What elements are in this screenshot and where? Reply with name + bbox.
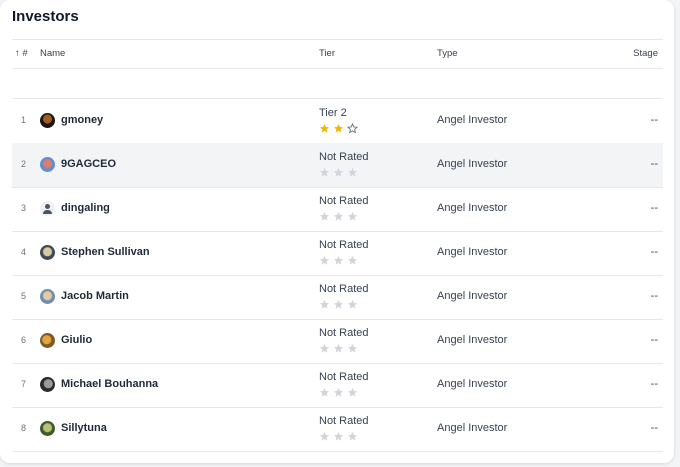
star-empty-icon[interactable] bbox=[347, 211, 358, 222]
star-empty-icon[interactable] bbox=[333, 211, 344, 222]
star-empty-icon[interactable] bbox=[333, 343, 344, 354]
investor-name[interactable]: gmoney bbox=[61, 114, 103, 126]
table-header: ↑ # Name Tier Type Stage bbox=[12, 39, 663, 69]
tier-label: Not Rated bbox=[319, 371, 369, 383]
star-empty-icon[interactable] bbox=[333, 299, 344, 310]
row-number: 1 bbox=[21, 115, 27, 125]
tier-column-header[interactable]: Tier bbox=[319, 48, 335, 59]
investor-type: Angel Investor bbox=[437, 290, 508, 302]
investor-stage: -- bbox=[650, 158, 658, 170]
star-empty-icon[interactable] bbox=[333, 255, 344, 266]
row-number: 8 bbox=[21, 423, 27, 433]
star-rating[interactable] bbox=[319, 167, 358, 178]
page-title: Investors bbox=[12, 8, 79, 25]
star-rating[interactable] bbox=[319, 211, 358, 222]
tier-label: Not Rated bbox=[319, 327, 369, 339]
investor-stage: -- bbox=[650, 422, 658, 434]
star-empty-icon[interactable] bbox=[333, 431, 344, 442]
type-column-header[interactable]: Type bbox=[437, 48, 458, 59]
star-empty-icon[interactable] bbox=[319, 431, 330, 442]
table-row[interactable]: 8 Sillytuna Not Rated Angel Investor -- bbox=[12, 407, 663, 452]
table-row[interactable]: 3 dingaling Not Rated Angel Investor -- bbox=[12, 187, 663, 232]
row-number: 2 bbox=[21, 159, 27, 169]
table-row[interactable]: 1 gmoney Tier 2 Angel Investor -- bbox=[12, 99, 663, 144]
investor-type: Angel Investor bbox=[437, 422, 508, 434]
avatar bbox=[40, 157, 55, 172]
investors-card: Investors ↑ # Name Tier Type Stage 1 gmo… bbox=[0, 0, 674, 463]
table-row[interactable]: 6 Giulio Not Rated Angel Investor -- bbox=[12, 319, 663, 364]
investor-type: Angel Investor bbox=[437, 378, 508, 390]
tier-label: Not Rated bbox=[319, 283, 369, 295]
investor-type: Angel Investor bbox=[437, 158, 508, 170]
investor-name[interactable]: Michael Bouhanna bbox=[61, 378, 158, 390]
name-column-header[interactable]: Name bbox=[40, 48, 65, 59]
tier-label: Not Rated bbox=[319, 151, 369, 163]
star-rating[interactable] bbox=[319, 255, 358, 266]
star-empty-icon[interactable] bbox=[319, 211, 330, 222]
star-empty-icon[interactable] bbox=[319, 167, 330, 178]
star-filled-icon[interactable] bbox=[333, 123, 344, 134]
avatar bbox=[40, 377, 55, 392]
star-empty-icon[interactable] bbox=[319, 343, 330, 354]
investor-type: Angel Investor bbox=[437, 114, 508, 126]
user-icon bbox=[40, 201, 55, 216]
investor-stage: -- bbox=[650, 378, 658, 390]
star-rating[interactable] bbox=[319, 299, 358, 310]
avatar bbox=[40, 333, 55, 348]
table-row[interactable]: 7 Michael Bouhanna Not Rated Angel Inves… bbox=[12, 363, 663, 408]
investor-name[interactable]: Stephen Sullivan bbox=[61, 246, 150, 258]
star-rating[interactable] bbox=[319, 387, 358, 398]
investor-name[interactable]: 9GAGCEO bbox=[61, 158, 116, 170]
investor-stage: -- bbox=[650, 202, 658, 214]
star-rating[interactable] bbox=[319, 123, 358, 134]
investor-name[interactable]: Sillytuna bbox=[61, 422, 107, 434]
star-empty-icon[interactable] bbox=[347, 299, 358, 310]
investor-type: Angel Investor bbox=[437, 334, 508, 346]
row-number: 7 bbox=[21, 379, 27, 389]
star-outline-icon[interactable] bbox=[347, 123, 358, 134]
star-rating[interactable] bbox=[319, 343, 358, 354]
table-row[interactable]: 2 9GAGCEO Not Rated Angel Investor -- bbox=[12, 143, 663, 188]
investor-stage: -- bbox=[650, 246, 658, 258]
tier-label: Not Rated bbox=[319, 239, 369, 251]
star-empty-icon[interactable] bbox=[347, 255, 358, 266]
avatar bbox=[40, 289, 55, 304]
star-rating[interactable] bbox=[319, 431, 358, 442]
tier-label: Not Rated bbox=[319, 415, 369, 427]
avatar bbox=[40, 421, 55, 436]
star-empty-icon[interactable] bbox=[347, 431, 358, 442]
star-filled-icon[interactable] bbox=[319, 123, 330, 134]
investor-stage: -- bbox=[650, 290, 658, 302]
star-empty-icon[interactable] bbox=[333, 167, 344, 178]
investor-name[interactable]: dingaling bbox=[61, 202, 110, 214]
avatar bbox=[40, 245, 55, 260]
sort-number-header[interactable]: ↑ # bbox=[15, 48, 28, 59]
star-empty-icon[interactable] bbox=[347, 387, 358, 398]
tier-label: Not Rated bbox=[319, 195, 369, 207]
star-empty-icon[interactable] bbox=[319, 255, 330, 266]
table-row[interactable]: 4 Stephen Sullivan Not Rated Angel Inves… bbox=[12, 231, 663, 276]
star-empty-icon[interactable] bbox=[347, 343, 358, 354]
investor-stage: -- bbox=[650, 334, 658, 346]
investor-name[interactable]: Giulio bbox=[61, 334, 92, 346]
investor-name[interactable]: Jacob Martin bbox=[61, 290, 129, 302]
row-number: 3 bbox=[21, 203, 27, 213]
investor-type: Angel Investor bbox=[437, 202, 508, 214]
star-empty-icon[interactable] bbox=[333, 387, 344, 398]
row-number: 6 bbox=[21, 335, 27, 345]
tier-label: Tier 2 bbox=[319, 107, 347, 119]
table-row[interactable]: 5 Jacob Martin Not Rated Angel Investor … bbox=[12, 275, 663, 320]
stage-column-header[interactable]: Stage bbox=[633, 48, 658, 59]
avatar bbox=[40, 113, 55, 128]
star-empty-icon[interactable] bbox=[347, 167, 358, 178]
investor-type: Angel Investor bbox=[437, 246, 508, 258]
star-empty-icon[interactable] bbox=[319, 299, 330, 310]
investor-stage: -- bbox=[650, 114, 658, 126]
star-empty-icon[interactable] bbox=[319, 387, 330, 398]
row-number: 4 bbox=[21, 247, 27, 257]
row-number: 5 bbox=[21, 291, 27, 301]
